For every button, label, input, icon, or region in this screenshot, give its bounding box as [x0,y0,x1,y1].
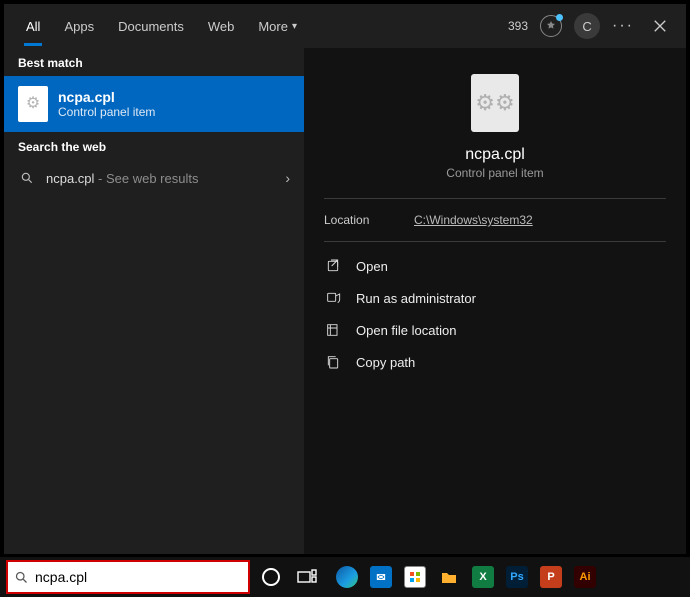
action-open-file-location[interactable]: Open file location [314,314,676,346]
tab-more[interactable]: More ▾ [248,4,307,48]
location-label: Location [324,213,414,227]
copy-icon [324,353,342,371]
action-runadmin-label: Run as administrator [356,291,476,306]
detail-subtitle: Control panel item [446,166,543,180]
web-result-term: ncpa.cpl [46,171,94,186]
task-view-icon [297,569,317,585]
taskbar-app-edge[interactable] [332,562,362,592]
results-column: Best match ⚙ ncpa.cpl Control panel item… [4,48,304,554]
folder-open-icon [324,321,342,339]
rewards-points: 393 [508,19,528,33]
chevron-down-icon: ▾ [292,21,297,32]
detail-column: ⚙⚙ ncpa.cpl Control panel item Location … [304,48,686,554]
taskbar-apps: ✉ XPsPAi [332,562,600,592]
taskbar-search-input[interactable] [35,569,242,585]
best-match-title: ncpa.cpl [58,89,155,105]
action-open[interactable]: Open [314,250,676,282]
close-button[interactable] [646,12,674,40]
taskbar-app-excel[interactable]: X [468,562,498,592]
panel-body: Best match ⚙ ncpa.cpl Control panel item… [4,48,686,554]
header-right: 393 C ··· [508,12,674,40]
user-avatar[interactable]: C [574,13,600,39]
action-open-label: Open [356,259,388,274]
tab-more-label: More [258,19,288,34]
taskbar-app-photoshop[interactable]: Ps [502,562,532,592]
close-icon [653,19,667,33]
search-scope-tabs: All Apps Documents Web More ▾ [16,4,307,48]
chevron-right-icon: › [285,170,290,186]
web-result-row[interactable]: ncpa.cpl - See web results › [4,160,304,196]
best-match-result[interactable]: ⚙ ncpa.cpl Control panel item [4,76,304,132]
action-openloc-label: Open file location [356,323,456,338]
search-icon [14,570,29,585]
cortana-button[interactable] [256,562,286,592]
taskbar-app-powerpoint[interactable]: P [536,562,566,592]
tab-all[interactable]: All [16,4,50,48]
action-copypath-label: Copy path [356,355,415,370]
task-view-button[interactable] [292,562,322,592]
action-run-as-admin[interactable]: Run as administrator [314,282,676,314]
tab-web[interactable]: Web [198,4,245,48]
overflow-menu-button[interactable]: ··· [612,17,634,35]
taskbar-app-mail[interactable]: ✉ [366,562,396,592]
taskbar-search-wrap [6,560,250,594]
notification-dot-icon [556,14,563,21]
taskbar: ✉ XPsPAi [0,557,690,597]
control-panel-file-icon: ⚙ [18,86,48,122]
location-row: Location C:\Windows\system32 [304,199,686,241]
gear-icon: ⚙⚙ [475,90,514,116]
detail-title: ncpa.cpl [465,146,525,164]
cortana-icon [262,568,280,586]
search-panel: All Apps Documents Web More ▾ 393 C ··· … [4,4,686,554]
taskbar-app-store[interactable] [400,562,430,592]
web-result-text: ncpa.cpl - See web results [46,171,275,186]
best-match-heading: Best match [4,48,304,76]
shield-icon [324,289,342,307]
tab-apps[interactable]: Apps [54,4,104,48]
search-web-heading: Search the web [4,132,304,160]
tab-documents[interactable]: Documents [108,4,194,48]
gear-icon: ⚙ [26,96,40,112]
rewards-icon[interactable] [540,15,562,37]
detail-header: ⚙⚙ ncpa.cpl Control panel item [304,64,686,198]
search-icon [18,171,36,185]
best-match-text: ncpa.cpl Control panel item [58,89,155,119]
taskbar-app-illustrator[interactable]: Ai [570,562,600,592]
detail-file-icon: ⚙⚙ [471,74,519,132]
web-result-suffix: - See web results [94,171,198,186]
best-match-subtitle: Control panel item [58,105,155,119]
header: All Apps Documents Web More ▾ 393 C ··· [4,4,686,48]
taskbar-search[interactable] [8,562,248,592]
actions-list: Open Run as administrator Open file loca… [304,242,686,386]
action-copy-path[interactable]: Copy path [314,346,676,378]
location-path-link[interactable]: C:\Windows\system32 [414,213,533,227]
open-icon [324,257,342,275]
taskbar-app-explorer[interactable] [434,562,464,592]
